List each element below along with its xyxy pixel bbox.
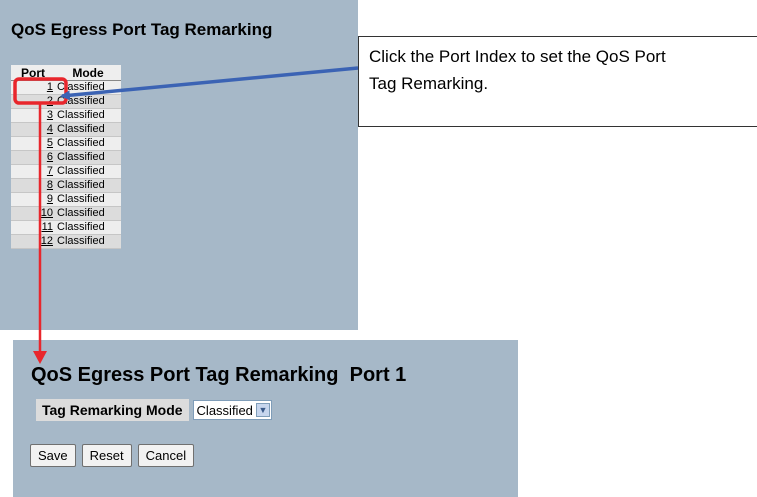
port-index-link[interactable]: 8 [47,179,53,191]
config-panel-title: QoS Egress Port Tag Remarking Port 1 [31,364,407,386]
port-cell: 6 [11,150,55,165]
mode-cell: Classified [55,108,121,123]
port-config-panel: QoS Egress Port Tag Remarking Port 1 Tag… [13,340,518,497]
port-index-link[interactable]: 5 [47,137,53,149]
mode-cell: Classified [55,220,121,235]
chevron-down-icon[interactable]: ▼ [255,403,270,417]
callout-line-2: Tag Remarking. [369,74,489,93]
port-table: Port Mode 1 Classified 2 Classified 3 Classif… [11,65,121,249]
port-cell: 10 [11,206,55,221]
port-list-panel: QoS Egress Port Tag Remarking Port Mode … [0,0,358,330]
mode-select-value: Classified [196,402,253,418]
panel-title: QoS Egress Port Tag Remarking [11,20,273,39]
mode-cell: Classified [55,178,121,193]
port-index-link[interactable]: 3 [47,109,53,121]
port-index-link[interactable]: 4 [47,123,53,135]
port-index-link[interactable]: 9 [47,193,53,205]
port-cell: 7 [11,164,55,179]
tag-remarking-mode-select[interactable]: Classified ▼ [192,400,272,420]
port-cell: 12 [11,234,55,249]
table-row: 6 Classified [11,150,121,165]
table-row: 1 Classified [11,80,121,95]
cancel-button[interactable]: Cancel [137,444,195,467]
port-index-link[interactable]: 11 [42,221,53,233]
table-header-row: Port Mode [11,65,121,81]
port-cell: 9 [11,192,55,207]
table-row: 8 Classified [11,178,121,193]
table-row: 11 Classified [11,220,121,235]
table-row: 3 Classified [11,108,121,123]
table-row: 12 Classified [11,234,121,249]
save-button[interactable]: Save [30,444,76,467]
table-row: 5 Classified [11,136,121,151]
tag-remarking-mode-label: Tag Remarking Mode [36,399,189,421]
port-index-link[interactable]: 10 [41,207,53,219]
tag-remarking-mode-row: Tag Remarking Mode Classified ▼ [36,399,272,421]
mode-cell: Classified [55,122,121,137]
mode-cell: Classified [55,192,121,207]
port-cell: 5 [11,136,55,151]
table-row: 10 Classified [11,206,121,221]
port-cell: 3 [11,108,55,123]
mode-cell: Classified [55,80,121,95]
column-header-port: Port [11,65,55,81]
mode-cell: Classified [55,150,121,165]
table-row: 7 Classified [11,164,121,179]
port-cell: 4 [11,122,55,137]
port-index-link[interactable]: 12 [41,235,53,247]
reset-button[interactable]: Reset [81,444,132,467]
port-index-link[interactable]: 7 [47,165,53,177]
port-cell: 8 [11,178,55,193]
port-index-link[interactable]: 1 [47,81,53,93]
table-row: 9 Classified [11,192,121,207]
mode-cell: Classified [55,206,121,221]
instruction-callout: Click the Port Index to set the QoS Port… [358,36,757,127]
mode-cell: Classified [55,136,121,151]
mode-cell: Classified [55,234,121,249]
column-header-mode: Mode [55,65,121,81]
table-row: 2 Classified [11,94,121,109]
port-cell: 11 [11,220,55,235]
table-row: 4 Classified [11,122,121,137]
port-index-link[interactable]: 6 [47,151,53,163]
port-cell: 1 [11,80,55,95]
callout-line-1: Click the Port Index to set the QoS Port [369,47,666,66]
port-index-link[interactable]: 2 [47,95,53,107]
mode-cell: Classified [55,94,121,109]
mode-cell: Classified [55,164,121,179]
button-row: Save Reset Cancel [30,444,195,467]
port-cell: 2 [11,94,55,109]
